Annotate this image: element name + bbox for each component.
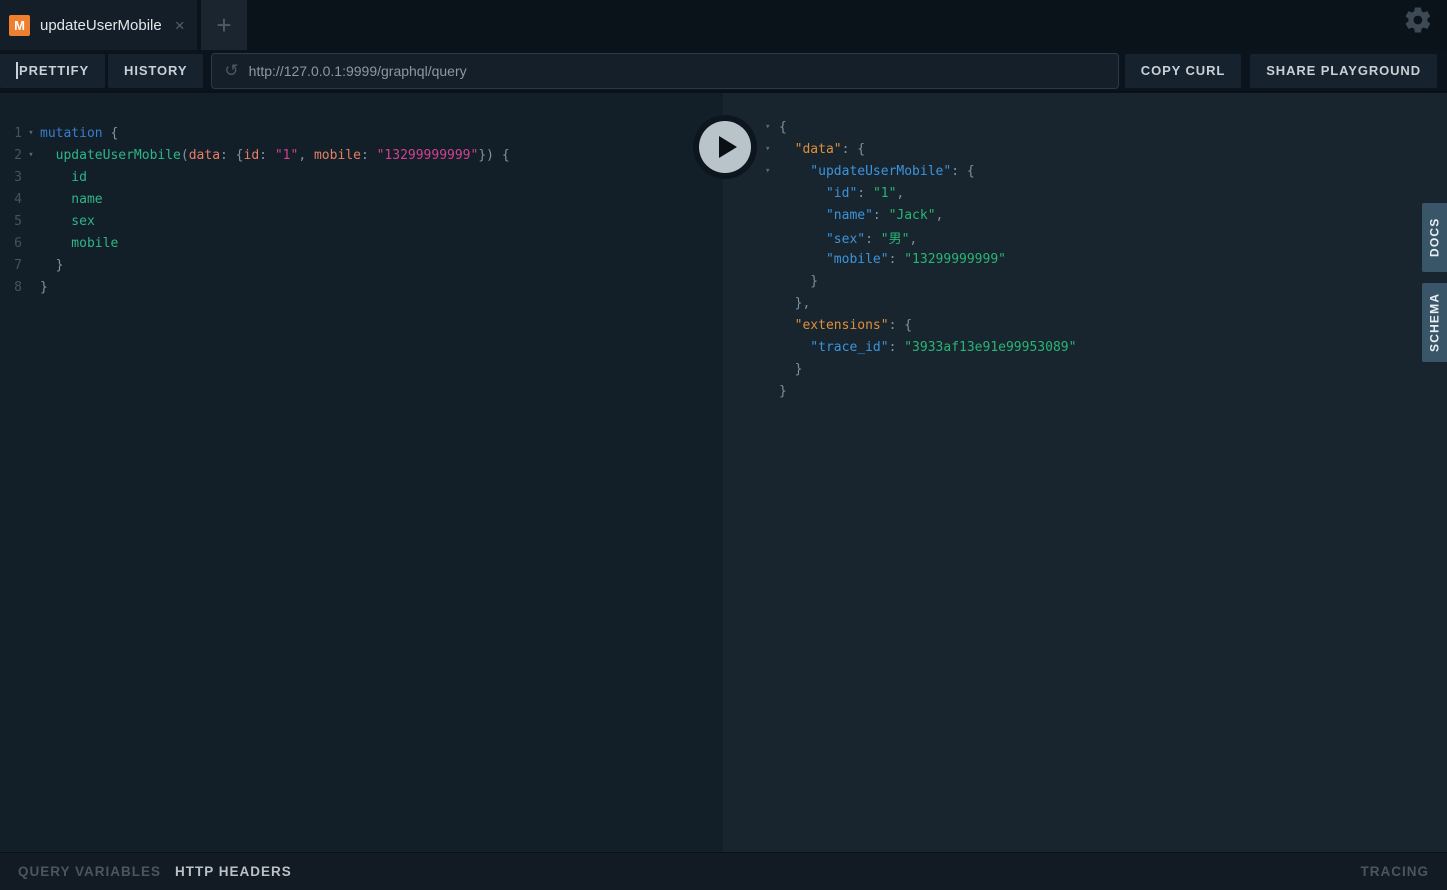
schema-tab-label: SCHEMA [1427, 292, 1442, 353]
code-text: "mobile": "13299999999" [779, 251, 1006, 267]
line-number: 6 [14, 235, 22, 251]
code-text: }, [779, 295, 811, 311]
code-text: } [40, 257, 64, 273]
result-code-line: "extensions": { [723, 314, 1447, 336]
prettify-label: PRETTIFY [19, 63, 90, 78]
code-text: } [40, 279, 48, 295]
share-playground-label: SHARE PLAYGROUND [1266, 63, 1421, 78]
code-text: "data": { [779, 141, 866, 157]
code-text: mobile [40, 235, 119, 251]
fold-icon[interactable]: ▾ [22, 150, 40, 160]
docs-tab-label: DOCS [1427, 217, 1442, 258]
code-text: updateUserMobile(data: {id: "1", mobile:… [40, 147, 510, 163]
tab-title: updateUserMobile [40, 16, 162, 34]
result-code-line: ▾ "updateUserMobile": { [723, 160, 1447, 182]
code-text: } [779, 361, 803, 377]
copy-curl-label: COPY CURL [1140, 63, 1226, 78]
bottom-bar: QUERY VARIABLES HTTP HEADERS TRACING [0, 852, 1447, 890]
code-text: "sex": "男", [779, 231, 918, 247]
result-code-line: "name": "Jack", [723, 204, 1447, 226]
new-tab-button[interactable]: + [201, 0, 247, 50]
editor-code-line[interactable]: 5 sex [0, 210, 723, 232]
text-caret [16, 62, 18, 79]
result-code-line: }, [723, 292, 1447, 314]
result-code-line: } [723, 358, 1447, 380]
tab-bar: M updateUserMobile × + [0, 0, 1447, 50]
code-text: "trace_id": "3933af13e91e99953089" [779, 339, 1077, 355]
schema-tab[interactable]: SCHEMA [1422, 283, 1447, 362]
code-text: "updateUserMobile": { [779, 163, 975, 179]
query-variables-tab[interactable]: QUERY VARIABLES [18, 864, 161, 879]
line-number: 8 [14, 279, 22, 295]
code-text: } [779, 273, 819, 289]
code-text: mutation { [40, 125, 119, 141]
code-text: "name": "Jack", [779, 207, 944, 223]
line-number: 7 [14, 257, 22, 273]
result-code-line: "mobile": "13299999999" [723, 248, 1447, 270]
result-code-line: ▾ "data": { [723, 138, 1447, 160]
editor-code-line[interactable]: 3 id [0, 166, 723, 188]
code-text: } [779, 383, 787, 399]
close-tab-icon[interactable]: × [175, 17, 185, 34]
line-number: 5 [14, 213, 22, 229]
execute-button-circle [699, 121, 751, 173]
code-text: { [779, 119, 787, 135]
prettify-button[interactable]: PRETTIFY [0, 53, 106, 88]
toolbar: PRETTIFY HISTORY ↺ COPY CURL SHARE PLAYG… [0, 50, 1447, 92]
result-code-line: ▾{ [723, 116, 1447, 138]
editor-code-line[interactable]: 6 mobile [0, 232, 723, 254]
code-text: name [40, 191, 103, 207]
mutation-badge: M [9, 14, 30, 36]
line-number: 2 [14, 147, 22, 163]
editor-code-line[interactable]: 4 name [0, 188, 723, 210]
execute-button[interactable] [693, 115, 757, 179]
settings-button[interactable] [1403, 5, 1433, 35]
line-number: 4 [14, 191, 22, 207]
http-headers-tab[interactable]: HTTP HEADERS [175, 864, 292, 879]
play-icon [718, 136, 737, 158]
history-button[interactable]: HISTORY [108, 53, 204, 88]
reload-history-icon[interactable]: ↺ [224, 61, 238, 81]
code-text: id [40, 169, 87, 185]
code-text: "id": "1", [779, 185, 905, 201]
fold-icon[interactable]: ▾ [22, 128, 40, 138]
docs-tab[interactable]: DOCS [1422, 203, 1447, 272]
fold-icon[interactable]: ▾ [765, 122, 779, 132]
code-text: "extensions": { [779, 317, 913, 333]
editor-code-line[interactable]: 8} [0, 276, 723, 298]
session-tab[interactable]: M updateUserMobile × [0, 0, 197, 50]
editor-code-line[interactable]: 1 ▾ mutation { [0, 122, 723, 144]
tracing-tab[interactable]: TRACING [1361, 864, 1430, 879]
line-number: 1 [14, 125, 22, 141]
gear-icon [1405, 7, 1431, 33]
main-area: 1 ▾ mutation {2 ▾ updateUserMobile(data: {i… [0, 93, 1447, 852]
history-label: HISTORY [124, 63, 188, 78]
plus-icon: + [216, 9, 232, 40]
endpoint-input[interactable] [248, 62, 1106, 79]
endpoint-bar: ↺ [211, 52, 1119, 89]
result-viewer: ▾{▾ "data": {▾ "updateUserMobile": { "id… [723, 93, 1447, 852]
result-code-line: "id": "1", [723, 182, 1447, 204]
query-editor[interactable]: 1 ▾ mutation {2 ▾ updateUserMobile(data: {i… [0, 93, 723, 852]
fold-icon[interactable]: ▾ [765, 166, 779, 176]
copy-curl-button[interactable]: COPY CURL [1124, 53, 1242, 88]
share-playground-button[interactable]: SHARE PLAYGROUND [1250, 53, 1437, 88]
result-code-line: } [723, 380, 1447, 402]
editor-code-line[interactable]: 2 ▾ updateUserMobile(data: {id: "1", mobi… [0, 144, 723, 166]
fold-icon[interactable]: ▾ [765, 144, 779, 154]
result-code-line: } [723, 270, 1447, 292]
line-number: 3 [14, 169, 22, 185]
editor-code-line[interactable]: 7 } [0, 254, 723, 276]
result-code-line: "sex": "男", [723, 226, 1447, 248]
result-code-line: "trace_id": "3933af13e91e99953089" [723, 336, 1447, 358]
code-text: sex [40, 213, 95, 229]
